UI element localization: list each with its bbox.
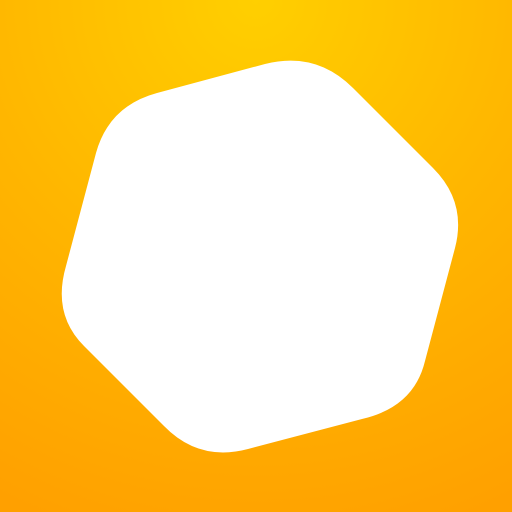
app-icon [0,0,512,512]
app-icon-artwork [0,0,512,512]
